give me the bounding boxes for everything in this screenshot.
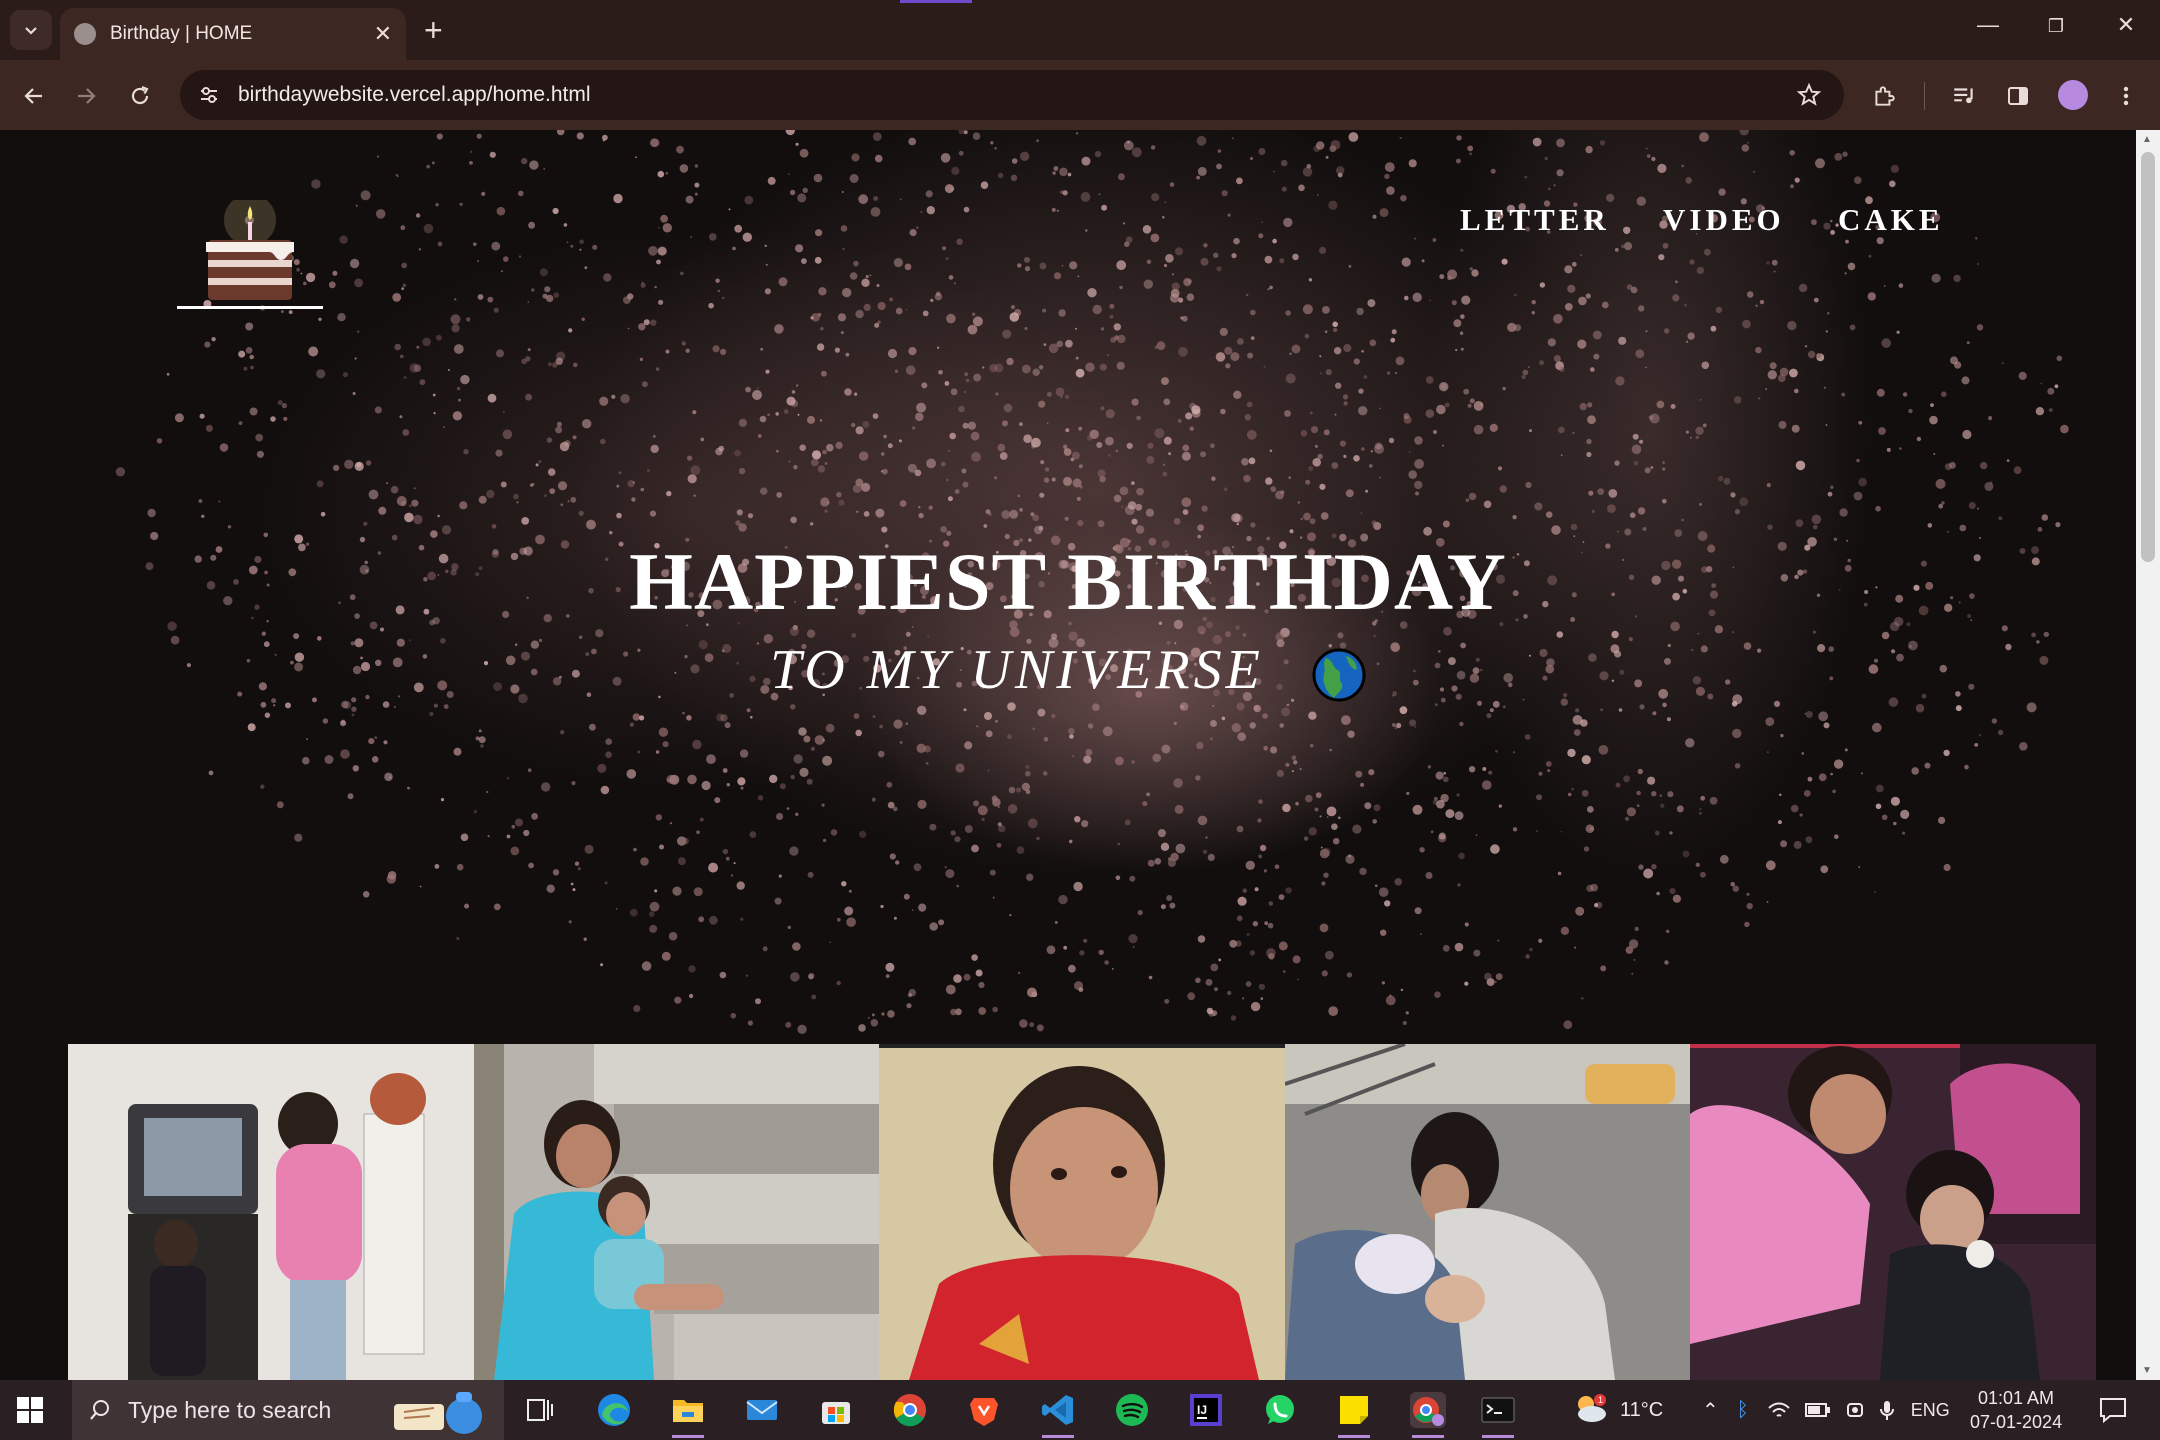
media-control-icon[interactable] — [1946, 78, 1982, 114]
minimize-icon[interactable]: — — [1968, 12, 2008, 38]
gallery-photo-1[interactable] — [68, 1044, 474, 1380]
weather-widget[interactable]: 1 11°C — [1572, 1380, 1663, 1440]
search-icon — [90, 1400, 109, 1420]
hero-title: HAPPIEST BIRTHDAY — [629, 536, 1507, 627]
browser-toolbar: birthdaywebsite.vercel.app/home.html — [0, 60, 2160, 130]
toolbar-separator — [1924, 82, 1925, 110]
gallery-photo-3[interactable] — [879, 1044, 1285, 1380]
camera-icon[interactable] — [1845, 1400, 1865, 1420]
profile-avatar[interactable] — [2058, 80, 2088, 110]
terminal-icon[interactable] — [1480, 1392, 1516, 1438]
show-hidden-icons-icon[interactable]: ⌃ — [1702, 1398, 1719, 1423]
microphone-icon[interactable] — [1879, 1399, 1895, 1421]
mail-icon[interactable] — [744, 1392, 780, 1428]
earth-globe-icon — [1312, 648, 1366, 702]
nav-letter-link[interactable]: LETTER — [1460, 202, 1610, 238]
browser-titlebar: Birthday | HOME ✕ + — ❐ ✕ — [0, 0, 2160, 60]
sticky-notes-icon[interactable] — [1336, 1392, 1372, 1438]
birthday-cake-logo[interactable] — [175, 200, 325, 315]
intellij-icon[interactable]: IJ — [1188, 1392, 1224, 1428]
bookmark-star-icon[interactable] — [1796, 82, 1822, 108]
search-placeholder: Type here to search — [128, 1396, 332, 1423]
svg-text:1: 1 — [1598, 1395, 1603, 1405]
hero-subtitle-row: TO MY UNIVERSE — [0, 638, 2136, 702]
notifications-icon[interactable] — [2098, 1396, 2128, 1424]
svg-text:IJ: IJ — [1197, 1403, 1207, 1417]
taskbar-clock[interactable]: 01:01 AM 07-01-2024 — [1970, 1386, 2062, 1434]
microsoft-store-icon[interactable] — [818, 1392, 854, 1428]
file-explorer-icon[interactable] — [670, 1392, 706, 1438]
system-tray: ⌃ ᛒ ENG — [1702, 1380, 1950, 1440]
hero-subtitle: TO MY UNIVERSE — [770, 639, 1264, 701]
restore-icon[interactable]: ❐ — [2036, 16, 2076, 37]
reload-icon[interactable] — [122, 78, 158, 114]
tab-search-button[interactable] — [10, 10, 52, 50]
scroll-down-icon[interactable]: ▼ — [2142, 1365, 2152, 1376]
page-scrollbar[interactable]: ▲ ▼ — [2136, 130, 2160, 1380]
chevron-down-icon — [25, 27, 37, 35]
gallery-photo-2[interactable] — [473, 1044, 880, 1380]
side-panel-icon[interactable] — [2000, 78, 2036, 114]
edge-icon[interactable] — [596, 1392, 632, 1428]
weather-cloud-icon: 1 — [1578, 1394, 1606, 1422]
back-arrow-icon[interactable] — [16, 78, 52, 114]
search-highlight-illustration-icon — [394, 1392, 482, 1434]
forward-arrow-icon[interactable] — [68, 78, 104, 114]
birthday-page: LETTER VIDEO CAKE HAPPIEST BIRTHDAY TO M… — [0, 130, 2136, 1380]
input-language[interactable]: ENG — [1911, 1400, 1950, 1421]
site-info-icon[interactable] — [198, 84, 220, 106]
chrome-icon[interactable] — [892, 1392, 928, 1428]
whatsapp-icon[interactable] — [1262, 1392, 1298, 1428]
clock-date: 07-01-2024 — [1970, 1412, 2063, 1432]
photo-gallery — [68, 1044, 2096, 1380]
extensions-puzzle-icon[interactable] — [1866, 78, 1902, 114]
brave-browser-icon[interactable] — [966, 1392, 1002, 1428]
gallery-photo-4[interactable] — [1284, 1044, 1691, 1380]
close-tab-icon[interactable]: ✕ — [374, 21, 392, 47]
windows-start-icon[interactable] — [16, 1396, 44, 1424]
weather-temperature: 11°C — [1620, 1398, 1664, 1421]
gallery-photo-5[interactable] — [1690, 1044, 2096, 1380]
spotify-icon[interactable] — [1114, 1392, 1150, 1428]
battery-icon[interactable] — [1804, 1402, 1831, 1418]
url-text: birthdaywebsite.vercel.app/home.html — [238, 83, 591, 106]
address-bar[interactable]: birthdaywebsite.vercel.app/home.html — [180, 70, 1844, 120]
scroll-up-icon[interactable]: ▲ — [2142, 134, 2152, 145]
tab-strip-accent — [900, 0, 972, 3]
browser-tab[interactable]: Birthday | HOME ✕ — [60, 8, 406, 60]
wifi-icon[interactable] — [1767, 1400, 1791, 1420]
globe-favicon-icon — [74, 23, 96, 45]
windows-taskbar: Type here to search IJ 1 11°C ⌃ ᛒ ENG 01… — [0, 1380, 2160, 1440]
tab-title: Birthday | HOME — [110, 23, 253, 44]
bluetooth-icon[interactable]: ᛒ — [1737, 1399, 1749, 1422]
taskbar-search-box[interactable]: Type here to search — [72, 1380, 504, 1440]
nav-cake-link[interactable]: CAKE — [1838, 202, 1944, 238]
window-close-icon[interactable]: ✕ — [2106, 12, 2146, 38]
chrome-profile-icon[interactable] — [1410, 1392, 1446, 1438]
scrollbar-thumb[interactable] — [2141, 152, 2155, 562]
new-tab-button[interactable]: + — [424, 12, 443, 48]
clock-time: 01:01 AM — [1978, 1388, 2055, 1408]
chrome-menu-icon[interactable] — [2108, 78, 2144, 114]
vscode-icon[interactable] — [1040, 1392, 1076, 1438]
task-view-icon[interactable] — [522, 1392, 558, 1428]
nav-video-link[interactable]: VIDEO — [1663, 202, 1785, 238]
